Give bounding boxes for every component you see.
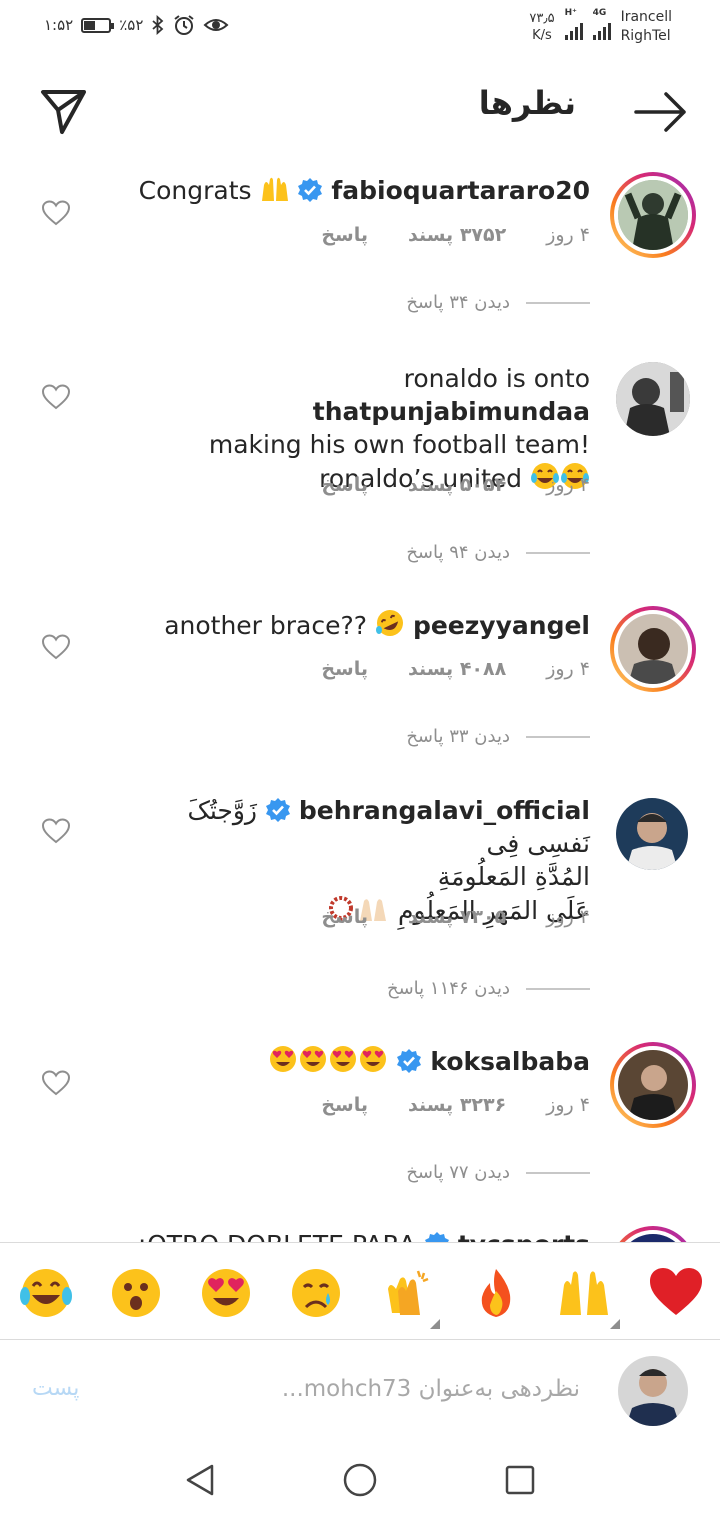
tears-of-joy-icon[interactable] [18,1265,74,1321]
comment-likes[interactable]: ۳۲۳۶ پسند [408,1094,506,1116]
like-heart-icon[interactable] [42,200,70,226]
status-bar: ۱:۵۲ ٪۵۲ ۷۳٫۵ K/s H⁺ 4G Irancell RighTel [0,0,720,60]
verified-badge-icon [298,178,323,202]
heart-eyes-emoji [328,1044,358,1082]
raising-hands-emoji [260,175,290,211]
like-heart-icon[interactable] [42,634,70,660]
reply-button[interactable]: پاسخ [321,474,368,496]
view-replies[interactable]: دیدن ۳۴ پاسخ [406,292,590,313]
rolling-laughing-emoji [375,608,405,646]
comment-text: another brace?? peezyyangel [120,608,590,646]
story-ring[interactable] [610,1042,696,1128]
like-heart-icon[interactable] [42,384,70,410]
heart-eyes-emoji [298,1044,328,1082]
comment-age: ۴ روز [546,224,590,246]
battery-icon [81,17,115,33]
clapping-hands-icon[interactable] [378,1265,434,1321]
divider [526,987,590,990]
heart-eyes-emoji [358,1044,388,1082]
comment-username[interactable]: peezyyangel [413,611,590,640]
view-replies[interactable]: دیدن ۷۷ پاسخ [406,1162,590,1183]
comment-likes[interactable]: ۴۰۸۸ پسند [408,658,506,680]
comment-likes[interactable]: ۷۳۰۵ پسند [408,906,506,928]
comment-username[interactable]: koksalbaba [430,1047,590,1076]
comment-meta: ۴ روز ۳۲۳۶ پسند پاسخ [321,1094,590,1116]
heart-eyes-emoji [268,1044,298,1082]
comment-meta: ۴ روز ۷۳۰۵ پسند پاسخ [321,906,590,928]
avatar [618,180,688,250]
comment-age: ۴ روز [546,658,590,680]
verified-badge-icon [397,1049,422,1073]
reply-button[interactable]: پاسخ [321,224,368,246]
comment-meta: ۴ روز ۵۰۵۴ پسند پاسخ [321,474,590,496]
nav-recents-icon[interactable] [504,1464,536,1496]
avatar[interactable] [616,798,688,870]
bluetooth-icon [152,15,164,35]
comment-age: ۴ روز [546,906,590,928]
comment-likes[interactable]: ۵۰۵۴ پسند [408,474,506,496]
divider [526,1171,590,1174]
verified-badge-icon [265,798,290,822]
signal-icon-2: 4G [592,8,611,40]
comment-username[interactable]: fabioquartararo20 [331,176,590,205]
view-replies[interactable]: دیدن ۱۱۴۶ پاسخ [387,978,590,999]
back-arrow-icon[interactable] [632,88,690,136]
carrier-names: Irancell RighTel [620,9,672,44]
reply-button[interactable]: پاسخ [321,658,368,680]
comment-username[interactable]: tycsports [458,1230,590,1242]
comment-text: koksalbaba [120,1044,590,1082]
divider [526,551,590,554]
red-heart-icon[interactable] [648,1265,704,1321]
reply-button[interactable]: پاسخ [321,906,368,928]
story-ring[interactable] [610,1226,696,1242]
comment-meta: ۴ روز ۳۷۵۲ پسند پاسخ [321,224,590,246]
post-button[interactable]: پست [32,1376,79,1401]
raising-hands-icon[interactable] [556,1265,612,1321]
verified-badge-icon [424,1232,449,1242]
astonished-face-icon[interactable] [108,1265,164,1321]
avatar [618,614,688,684]
comment-text: ¡OTRO DOBLETE PARA tycsports [120,1228,590,1242]
crying-face-icon[interactable] [288,1265,344,1321]
reply-button[interactable]: پاسخ [321,1094,368,1116]
system-nav-bar [0,1440,720,1520]
divider [526,301,590,304]
header: نظرها [0,70,720,150]
eye-comfort-icon [203,19,229,31]
heart-eyes-icon[interactable] [198,1265,254,1321]
comment-item: ¡OTRO DOBLETE PARA tycsports [0,1224,720,1242]
view-replies[interactable]: دیدن ۹۴ پاسخ [406,542,590,563]
comment-meta: ۴ روز ۴۰۸۸ پسند پاسخ [321,658,590,680]
network-speed: ۷۳٫۵ K/s [529,11,555,43]
status-time: ۱:۵۲ [44,16,74,34]
comment-username[interactable]: thatpunjabimundaa [313,397,590,426]
avatar[interactable] [616,362,690,436]
alarm-icon [174,15,195,35]
my-avatar [618,1356,688,1426]
comment-age: ۴ روز [546,1094,590,1116]
comment-likes[interactable]: ۳۷۵۲ پسند [408,224,506,246]
battery-percent: ٪۵۲ [119,16,144,34]
like-heart-icon[interactable] [42,1070,70,1096]
divider [526,735,590,738]
nav-back-icon[interactable] [182,1462,218,1498]
skin-tone-indicator [430,1319,440,1329]
share-send-icon[interactable] [38,86,90,138]
nav-home-icon[interactable] [342,1462,378,1498]
fire-icon[interactable] [468,1265,524,1321]
comment-age: ۴ روز [546,474,590,496]
like-heart-icon[interactable] [42,818,70,844]
emoji-quick-bar [0,1242,720,1340]
view-replies[interactable]: دیدن ۳۳ پاسخ [406,726,590,747]
comment-input[interactable]: نظردهی به‌عنوان mohch73... [282,1376,580,1402]
comment-text: Congrats fabioquartararo20 [120,174,590,211]
comment-username[interactable]: behrangalavi_official [299,796,590,825]
story-ring[interactable] [610,172,696,258]
page-title: نظرها [478,84,576,122]
story-ring[interactable] [610,606,696,692]
signal-icon-1: H⁺ [564,8,583,40]
avatar [618,1050,688,1120]
skin-tone-indicator [610,1319,620,1329]
comment-compose-bar: نظردهی به‌عنوان mohch73... پست [0,1340,720,1440]
